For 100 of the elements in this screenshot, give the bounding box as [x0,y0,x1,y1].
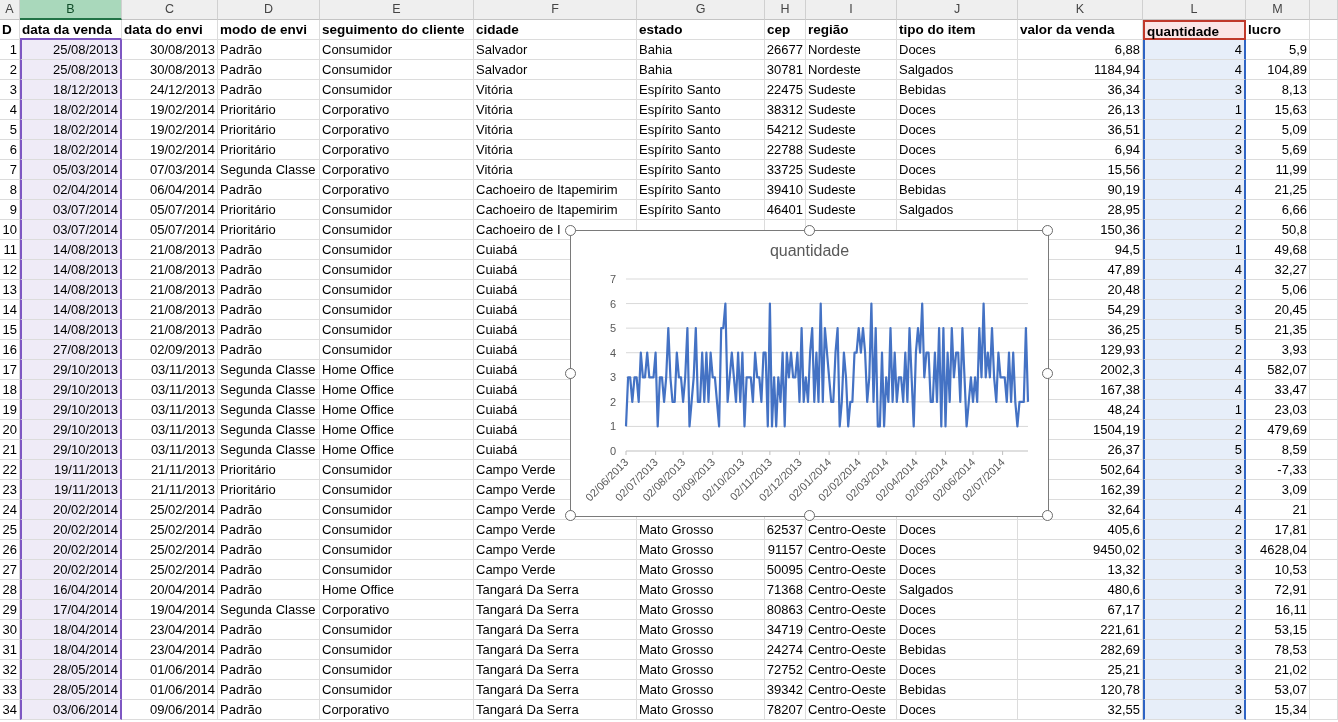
table-cell-text: Consumidor [322,61,393,79]
column-header[interactable]: E [320,0,474,20]
table-cell-text: 14/08/2013 [52,241,118,259]
table-cell-text: 32,27 [1274,261,1307,279]
table-cell-text: 3 [1234,81,1242,99]
table-cell-text: Padrão [220,241,262,259]
table-cell-text: Padrão [220,81,262,99]
column-header[interactable]: K [1018,0,1143,20]
table-cell-text: Consumidor [322,221,393,239]
resize-handle[interactable] [803,510,815,521]
table-cell-text: Cuiabá [476,361,518,379]
column-header[interactable]: J [897,0,1018,20]
table-cell-text: 05/07/2014 [149,201,215,219]
table-cell-text: 18/02/2014 [52,121,118,139]
table-cell-text: Padrão [220,641,262,659]
table-cell-text: 54,29 [1107,301,1140,319]
table-cell-text: 21,35 [1274,321,1307,339]
table-cell-text: 17,81 [1274,521,1307,539]
table-cell-text: Consumidor [322,621,393,639]
table-cell-text: Mato Grosso [639,601,714,619]
table-cell-text: 50,8 [1281,221,1307,239]
table-cell-text: 3 [1234,301,1242,319]
resize-handle[interactable] [1042,367,1053,379]
table-cell-text: 78,53 [1274,641,1307,659]
table-cell-text: 2 [9,61,17,79]
table-cell-text: 03/11/2013 [150,381,215,399]
table-cell-text: 06/04/2014 [149,181,215,199]
table-cell-text: 27/08/2013 [52,341,118,359]
table-cell-text: Campo Verde [476,501,556,519]
table-cell-text: 3 [1234,541,1242,559]
table-cell-text: Prioritário [220,481,276,499]
table-cell-text: 480,6 [1107,581,1140,599]
header-cell-text: valor da venda [1020,21,1115,39]
table-cell-text: Doces [899,121,936,139]
table-cell-text: 17/04/2014 [52,601,118,619]
column-header[interactable]: F [474,0,637,20]
column-header[interactable]: H [765,0,806,20]
table-cell-text: 71368 [766,581,803,599]
table-cell-text: 18/12/2013 [52,81,118,99]
resize-handle[interactable] [565,510,576,521]
resize-handle[interactable] [565,367,576,379]
table-cell-text: Home Office [322,581,394,599]
table-cell-text: 25/02/2014 [149,541,215,559]
column-header[interactable]: L [1143,0,1246,20]
table-cell-text: Centro-Oeste [808,581,887,599]
table-cell-text: Tangará Da Serra [476,641,579,659]
table-cell-text: 4628,04 [1260,541,1307,559]
header-cell-text: estado [639,21,683,39]
header-cell-text: cidade [476,21,519,39]
table-cell-text: Doces [899,701,936,719]
table-cell-text: Centro-Oeste [808,601,887,619]
table-cell-text: Corporativo [322,701,390,719]
column-header[interactable]: A [0,0,20,20]
table-cell-text: Segunda Classe [220,361,316,379]
table-cell-text: Bebidas [899,181,946,199]
table-cell-text: 3 [1234,701,1242,719]
table-cell-text: Padrão [220,621,262,639]
column-header[interactable]: G [637,0,765,20]
table-cell-text: 21/11/2013 [150,461,215,479]
table-cell-text: 5,9 [1288,41,1307,59]
table-cell-text: Sudeste [808,181,856,199]
table-cell-text: Bebidas [899,681,946,699]
table-cell-text: Padrão [220,541,262,559]
table-cell-text: 3 [9,81,17,99]
header-cell-text: data do envi [124,21,203,39]
resize-handle[interactable] [803,225,815,236]
table-cell-text: 282,69 [1100,641,1140,659]
resize-handle[interactable] [1042,510,1053,521]
table-cell-text: 2 [1234,521,1242,539]
column-header[interactable]: B [20,0,122,20]
table-cell-text: 14/08/2013 [52,281,118,299]
table-cell-text: Centro-Oeste [808,621,887,639]
table-cell-text: 405,6 [1107,521,1140,539]
table-cell-text: Tangará Da Serra [476,661,579,679]
column-header[interactable]: M [1246,0,1310,20]
table-cell-text: 20,48 [1107,281,1140,299]
table-cell-text: Cachoeiro de I [476,221,561,239]
column-header[interactable]: I [806,0,897,20]
table-cell-text: Consumidor [322,561,393,579]
table-cell-text: Salgados [899,61,954,79]
table-cell-text: 13,32 [1107,561,1140,579]
table-cell-text: Bahia [639,61,673,79]
table-cell-text: 02/09/2013 [149,341,215,359]
table-cell-text: 19/04/2014 [149,601,215,619]
table-cell-text: 14 [2,301,17,319]
table-cell-text: Espírito Santo [639,161,721,179]
header-cell-text: data da venda [22,21,113,38]
table-cell-text: 03/11/2013 [150,421,215,439]
table-cell-text: Mato Grosso [639,681,714,699]
table-cell-text: 2 [1234,161,1242,179]
table-cell-text: 16/04/2014 [52,581,118,599]
column-header[interactable]: C [122,0,218,20]
resize-handle[interactable] [565,225,576,236]
table-cell-text: Mato Grosso [639,541,714,559]
resize-handle[interactable] [1042,225,1053,236]
table-cell-text: 34 [2,701,17,719]
table-cell-text: 27 [2,561,17,579]
column-header[interactable]: D [218,0,320,20]
table-cell-text: Doces [899,521,936,539]
table-cell-text: Corporativo [322,121,390,139]
